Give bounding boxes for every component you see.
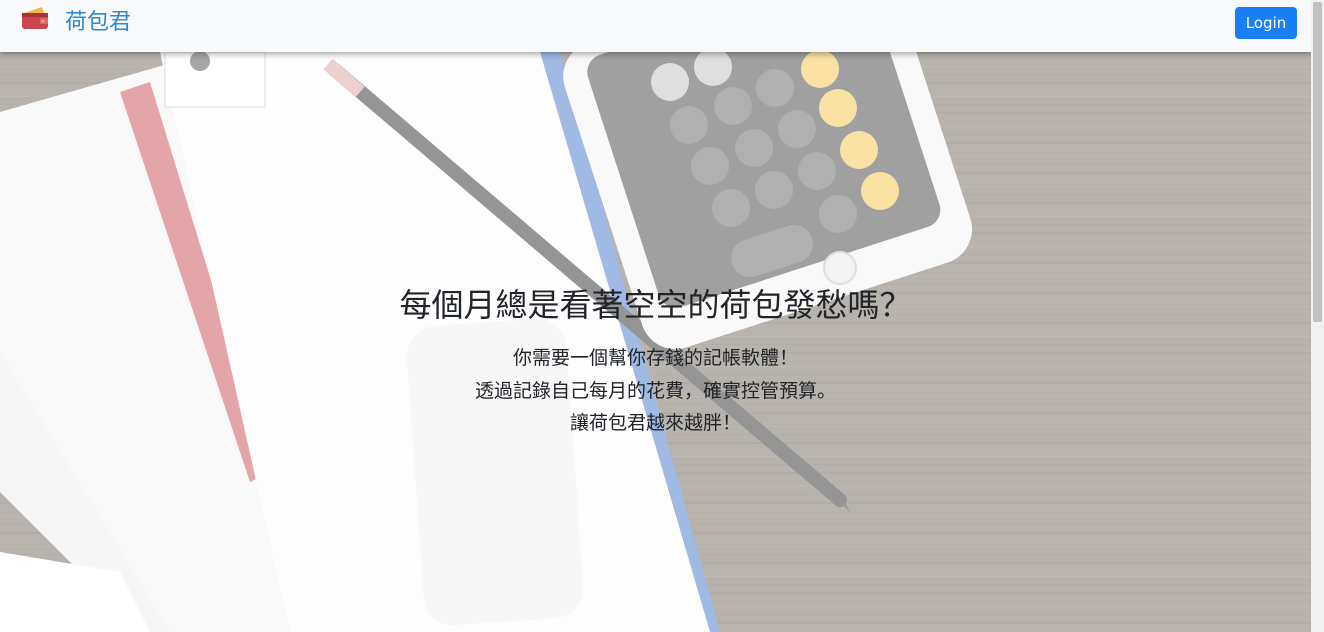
wallet-icon <box>22 6 48 34</box>
hero-headline: 每個月總是看著空空的荷包發愁嗎？ <box>399 286 912 324</box>
hero-overlay <box>0 52 1311 632</box>
hero-line-3: 讓荷包君越來越胖！ <box>569 412 741 434</box>
vertical-scrollbar[interactable] <box>1311 0 1324 632</box>
hero-section: 每個月總是看著空空的荷包發愁嗎？ 你需要一個幫你存錢的記帳軟體！ 透過記錄自己每… <box>0 52 1311 632</box>
top-navbar: 荷包君 Login <box>0 0 1311 52</box>
login-button[interactable]: Login <box>1235 7 1297 39</box>
brand-link[interactable]: 荷包君 <box>22 4 131 36</box>
hero-line-1: 你需要一個幫你存錢的記帳軟體！ <box>512 347 798 369</box>
scrollbar-thumb[interactable] <box>1313 2 1322 322</box>
brand-name: 荷包君 <box>65 10 132 35</box>
hero-line-2: 透過記錄自己每月的花費，確實控管預算。 <box>474 380 836 402</box>
